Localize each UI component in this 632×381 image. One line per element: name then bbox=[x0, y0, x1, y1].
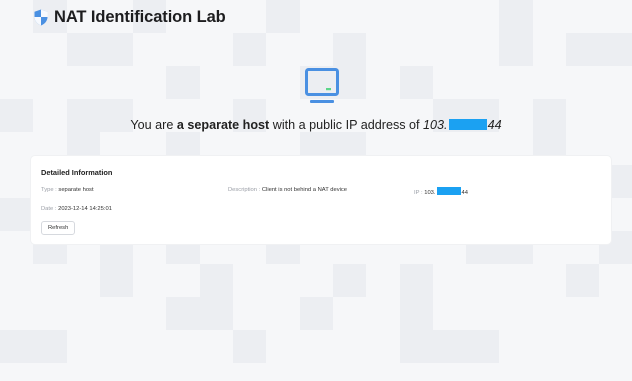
page: NAT Identification Lab You are a separat… bbox=[0, 0, 632, 381]
date-field: Date : 2023-12-14 14:25:01 bbox=[41, 206, 112, 212]
date-value: 2023-12-14 14:25:01 bbox=[58, 206, 112, 212]
details-title: Detailed Information bbox=[41, 168, 113, 177]
app-title: NAT Identification Lab bbox=[54, 8, 226, 26]
refresh-button[interactable]: Refresh bbox=[41, 221, 76, 235]
description-field: Description : Client is not behind a NAT… bbox=[228, 187, 347, 193]
headline-ip-start: 103. bbox=[423, 118, 448, 132]
type-label: Type : bbox=[41, 187, 57, 193]
monitor-icon bbox=[305, 68, 339, 103]
redacted-ip-block bbox=[436, 187, 461, 195]
date-label: Date : bbox=[41, 206, 57, 212]
shield-icon bbox=[34, 9, 48, 26]
ip-start: 103. bbox=[424, 190, 436, 196]
ip-end: 44 bbox=[461, 190, 468, 196]
headline-prefix: You are bbox=[130, 118, 177, 132]
ip-value: 103. 44 bbox=[424, 187, 468, 196]
headline-ip-end: 44 bbox=[487, 118, 502, 132]
ip-label: IP : bbox=[414, 190, 423, 196]
ip-field: IP : 103. 44 bbox=[414, 187, 468, 196]
type-value: separate host bbox=[58, 187, 94, 193]
result-headline: You are a separate host with a public IP… bbox=[0, 118, 632, 132]
description-value: Client is not behind a NAT device bbox=[261, 187, 348, 193]
redacted-ip-block bbox=[448, 119, 487, 130]
type-field: Type : separate host bbox=[41, 187, 94, 193]
headline-ip: 103. 44 bbox=[423, 118, 502, 132]
headline-host-type: a separate host bbox=[176, 118, 270, 132]
description-label: Description : bbox=[228, 187, 261, 193]
details-card: Detailed Information Type : separate hos… bbox=[31, 156, 611, 244]
app-header: NAT Identification Lab bbox=[34, 8, 226, 27]
headline-middle: with a public IP address of bbox=[269, 118, 424, 132]
